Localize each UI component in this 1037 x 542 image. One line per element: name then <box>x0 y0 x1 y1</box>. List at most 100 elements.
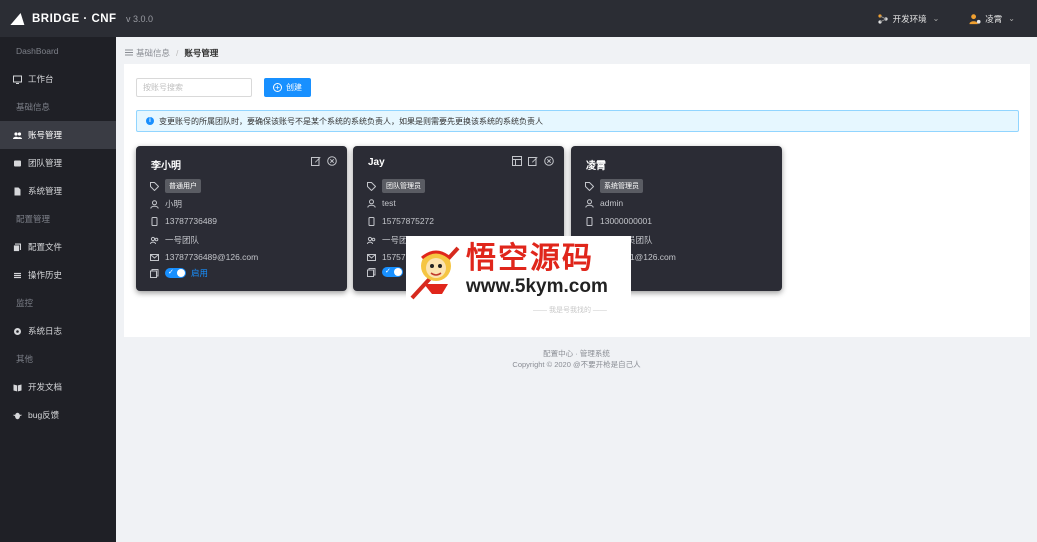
user-icon <box>367 198 376 208</box>
breadcrumb-separator: / <box>176 48 179 58</box>
sidebar-item-dev-docs[interactable]: 开发文档 <box>0 373 116 401</box>
tag-icon <box>150 181 159 191</box>
sidebar-item-label: bug反馈 <box>28 410 60 420</box>
create-button[interactable]: + 创建 <box>264 78 311 97</box>
phone: 13787736489 <box>165 216 218 226</box>
role-badge: 团队管理员 <box>382 179 425 193</box>
sidebar-item-system-management[interactable]: 系统管理 <box>0 177 116 205</box>
role-row: 系统管理员 <box>585 179 643 193</box>
sidebar-item-system-logs[interactable]: 系统日志 <box>0 317 116 345</box>
close-circle-icon[interactable] <box>327 156 337 166</box>
info-icon: i <box>146 117 154 125</box>
team: 一号团 <box>382 235 408 245</box>
sidebar: DashBoard 工作台 基础信息 账号管理 团队管理 系统管理 配置管理 配… <box>0 37 116 542</box>
team-icon <box>150 236 159 245</box>
card-actions <box>311 156 337 166</box>
alert-text: 变更账号的所属团队时，要确保该账号不是某个系统的系统负责人，如果是则需要先更换该… <box>159 116 543 126</box>
monkey-king-logo-icon <box>410 240 460 300</box>
top-header: BRIDGE · CNF v 3.0.0 开发环境 ⌄ 凌霄 ⌄ <box>0 0 1037 37</box>
chevron-down-icon: ⌄ <box>1008 14 1015 23</box>
user-menu[interactable]: 凌霄 ⌄ <box>969 13 1015 25</box>
watermark-url: www.5kym.com <box>466 275 608 297</box>
sidebar-item-team-management[interactable]: 团队管理 <box>0 149 116 177</box>
email-row: 13787736489@126.com <box>150 252 258 262</box>
status-row: ✓ <box>367 267 408 277</box>
username-row: admin <box>585 198 623 208</box>
bug-icon <box>13 411 22 420</box>
username-row: 小明 <box>150 198 182 210</box>
team: 一号团队 <box>165 235 200 245</box>
team-row: 一号团 <box>367 234 408 246</box>
sidebar-group-dashboard: DashBoard <box>16 46 59 56</box>
sidebar-item-label: 团队管理 <box>28 158 63 168</box>
watermark-banner: 悟空源码 www.5kym.com <box>406 236 631 303</box>
username: 小明 <box>165 199 183 209</box>
team-row: 一号团队 <box>150 234 199 246</box>
phone-row: 13000000001 <box>585 216 652 226</box>
check-icon: ✓ <box>385 268 391 275</box>
close-circle-icon[interactable] <box>544 156 554 166</box>
card-actions <box>512 156 554 166</box>
sidebar-group-monitor: 监控 <box>16 298 34 308</box>
mobile-icon <box>150 216 159 226</box>
breadcrumb-parent[interactable]: 基础信息 <box>136 47 170 59</box>
phone: 15757875272 <box>382 216 435 226</box>
status-label: 启用 <box>191 268 209 278</box>
sidebar-item-workbench[interactable]: 工作台 <box>0 65 116 93</box>
account-name: 李小明 <box>151 161 181 172</box>
sidebar-item-account-management[interactable]: 账号管理 <box>0 121 116 149</box>
phone: 13000000001 <box>600 216 653 226</box>
sidebar-item-label: 操作历史 <box>28 270 63 280</box>
account-name: Jay <box>368 157 385 168</box>
menu-icon <box>125 48 133 58</box>
sidebar-item-bug-feedback[interactable]: bug反馈 <box>0 401 116 429</box>
info-alert: i 变更账号的所属团队时，要确保该账号不是某个系统的系统负责人，如果是则需要先更… <box>136 110 1019 132</box>
list-icon <box>13 271 22 280</box>
edit-icon[interactable] <box>311 156 321 166</box>
sidebar-item-config-files[interactable]: 配置文件 <box>0 233 116 261</box>
user-name: 凌霄 <box>985 13 1003 24</box>
monitor-icon <box>13 75 22 84</box>
enable-toggle[interactable]: ✓ <box>165 268 186 278</box>
mobile-icon <box>367 216 376 226</box>
breadcrumb-current: 账号管理 <box>184 48 219 58</box>
sidebar-group-basic-info: 基础信息 <box>16 102 51 112</box>
watermark-subtitle: —— 我是号我找的 —— <box>533 307 607 314</box>
sidebar-item-label: 系统管理 <box>28 186 63 196</box>
sidebar-item-label: 系统日志 <box>28 326 63 336</box>
book-icon <box>13 383 22 392</box>
account-search-input[interactable] <box>136 78 252 97</box>
sidebar-item-label: 工作台 <box>28 74 54 84</box>
account-card: 李小明 普通用户 小明 13787736489 一号团队 13787736489… <box>136 146 347 291</box>
team-icon <box>13 159 22 168</box>
user-icon <box>150 199 159 209</box>
role-badge: 系统管理员 <box>600 179 643 193</box>
user-avatar-icon <box>969 13 981 25</box>
copy-icon <box>150 268 159 278</box>
sidebar-item-operation-history[interactable]: 操作历史 <box>0 261 116 289</box>
watermark-text: 悟空源码 www.5kym.com <box>466 241 608 298</box>
email-row: 15757 <box>367 252 406 262</box>
footer-copyright: Copyright © 2020 @不要开枪是自己人 <box>512 360 641 369</box>
sidebar-group-config-management: 配置管理 <box>16 214 51 224</box>
env-switcher[interactable]: 开发环境 ⌄ <box>877 13 939 25</box>
edit-icon[interactable] <box>528 156 538 166</box>
username: admin <box>600 198 624 208</box>
app-logo[interactable]: BRIDGE · CNF <box>0 12 116 25</box>
phone-row: 15757875272 <box>367 216 434 226</box>
phone-row: 13787736489 <box>150 216 217 226</box>
file-icon <box>13 187 22 196</box>
app-version: v 3.0.0 <box>126 13 154 24</box>
sidebar-item-label: 配置文件 <box>28 242 63 252</box>
breadcrumb: 基础信息 / 账号管理 <box>125 47 218 59</box>
mobile-icon <box>585 216 594 226</box>
layout-icon[interactable] <box>512 156 522 166</box>
username-row: test <box>367 198 396 208</box>
enable-toggle[interactable]: ✓ <box>382 267 403 277</box>
plus-circle-icon: + <box>273 83 282 92</box>
cluster-icon <box>877 13 889 25</box>
mail-icon <box>150 253 159 262</box>
sidebar-item-label: 账号管理 <box>28 130 63 140</box>
user-icon <box>585 198 594 208</box>
account-name: 凌霄 <box>586 161 606 172</box>
